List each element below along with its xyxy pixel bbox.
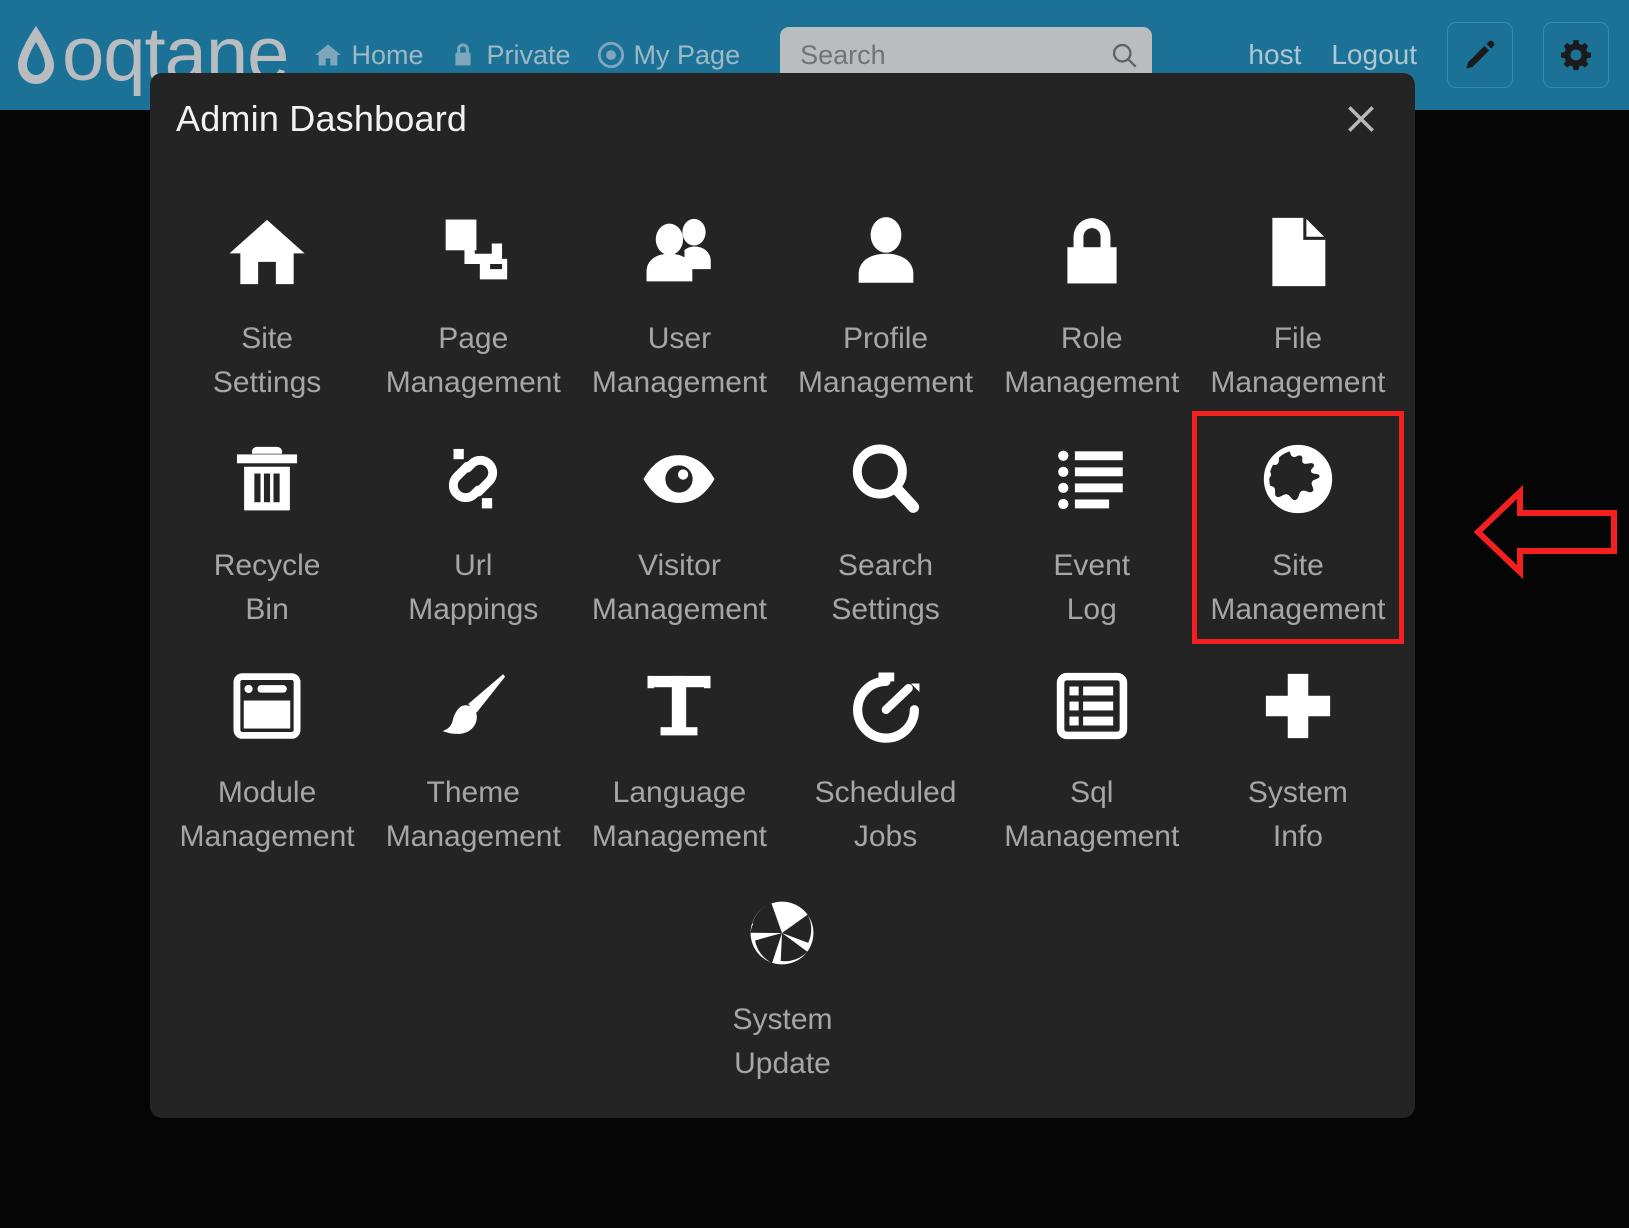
tile-url-mappings[interactable]: Url Mappings: [370, 414, 576, 641]
globe-icon: [1255, 436, 1341, 522]
dashboard-grid: Site Settings Page Management User Manag…: [164, 187, 1405, 1095]
tile-site-settings[interactable]: Site Settings: [164, 187, 370, 414]
aperture-icon: [739, 890, 825, 976]
tile-page-management[interactable]: Page Management: [370, 187, 576, 414]
person-icon: [843, 209, 929, 295]
modal-header: Admin Dashboard: [150, 73, 1415, 165]
tile-system-update[interactable]: System Update: [576, 868, 988, 1095]
tile-sql-management[interactable]: Sql Management: [989, 641, 1195, 868]
broken-link-icon: [430, 436, 516, 522]
tile-label: System Update: [732, 1003, 833, 1080]
tile-role-management[interactable]: Role Management: [989, 187, 1195, 414]
tile-language-management[interactable]: Language Management: [576, 641, 782, 868]
trash-icon: [224, 436, 310, 522]
page-background: oqtane Home Private My Page Search host …: [0, 0, 1629, 1228]
tile-label: Theme Management: [385, 776, 561, 853]
lock-icon: [455, 43, 472, 66]
tile-label: Visitor Management: [591, 549, 767, 626]
paintbrush-icon: [430, 663, 516, 749]
nav-item-home[interactable]: Home: [314, 41, 423, 69]
tile-event-log[interactable]: Event Log: [989, 414, 1195, 641]
site-settings-button[interactable]: [1543, 22, 1609, 88]
tile-site-management[interactable]: Site Management: [1191, 411, 1405, 644]
tile-label: Page Management: [385, 322, 561, 399]
tile-label: User Management: [591, 322, 767, 399]
nav-label-my-page: My Page: [633, 39, 741, 70]
edit-mode-button[interactable]: [1447, 22, 1513, 88]
tile-label: Site Management: [1210, 549, 1386, 626]
list-icon: [1049, 436, 1135, 522]
close-icon: [1348, 106, 1374, 132]
tile-user-management[interactable]: User Management: [576, 187, 782, 414]
water-drop-icon: [18, 26, 54, 84]
tile-label: Event Log: [1053, 549, 1131, 626]
window-icon: [224, 663, 310, 749]
nav-item-private[interactable]: Private: [449, 39, 571, 70]
close-button[interactable]: [1337, 95, 1385, 143]
home-icon: [224, 209, 310, 295]
nav-label-private: Private: [486, 39, 571, 70]
tile-label: Scheduled Jobs: [814, 776, 957, 853]
main-navigation: Home Private My Page: [314, 41, 740, 69]
logout-link[interactable]: Logout: [1331, 39, 1417, 71]
nav-label-home: Home: [351, 39, 424, 70]
tile-label: File Management: [1210, 322, 1386, 399]
tile-search-settings[interactable]: Search Settings: [783, 414, 989, 641]
tile-label: System Info: [1247, 776, 1348, 853]
stopwatch-icon: [843, 663, 929, 749]
tile-label: Language Management: [591, 776, 767, 853]
file-icon: [1255, 209, 1341, 295]
modal-title: Admin Dashboard: [176, 98, 468, 139]
text-t-icon: [636, 663, 722, 749]
tile-label: Recycle Bin: [213, 549, 321, 626]
tile-file-management[interactable]: File Management: [1195, 187, 1401, 414]
tile-scheduled-jobs[interactable]: Scheduled Jobs: [783, 641, 989, 868]
tile-system-info[interactable]: System Info: [1195, 641, 1401, 868]
tile-label: Url Mappings: [408, 549, 539, 626]
tile-recycle-bin[interactable]: Recycle Bin: [164, 414, 370, 641]
tile-label: Search Settings: [831, 549, 940, 626]
table-icon: [1049, 663, 1135, 749]
admin-dashboard-modal: Admin Dashboard Site Settings Page Manag…: [150, 73, 1415, 1118]
eye-icon: [636, 436, 722, 522]
pencil-icon: [1466, 40, 1495, 69]
nav-item-my-page[interactable]: My Page: [597, 39, 741, 70]
home-icon: [315, 44, 342, 66]
gear-icon: [1560, 40, 1592, 71]
tile-label: Module Management: [179, 776, 355, 853]
tile-label: Role Management: [1004, 322, 1180, 399]
modal-body: Site Settings Page Management User Manag…: [150, 165, 1415, 1105]
tile-label: Profile Management: [798, 322, 974, 399]
tile-theme-management[interactable]: Theme Management: [370, 641, 576, 868]
tile-visitor-management[interactable]: Visitor Management: [576, 414, 782, 641]
search-icon: [843, 436, 929, 522]
tile-label: Site Settings: [212, 322, 322, 399]
tile-profile-management[interactable]: Profile Management: [783, 187, 989, 414]
target-icon: [597, 41, 624, 69]
tile-label: Sql Management: [1004, 776, 1180, 853]
users-icon: [636, 209, 722, 295]
lock-icon: [1049, 209, 1135, 295]
plus-cross-icon: [1255, 663, 1341, 749]
user-name-link[interactable]: host: [1248, 39, 1301, 71]
left-arrow-annotation: [1473, 485, 1617, 579]
pages-icon: [430, 209, 516, 295]
tile-module-management[interactable]: Module Management: [164, 641, 370, 868]
